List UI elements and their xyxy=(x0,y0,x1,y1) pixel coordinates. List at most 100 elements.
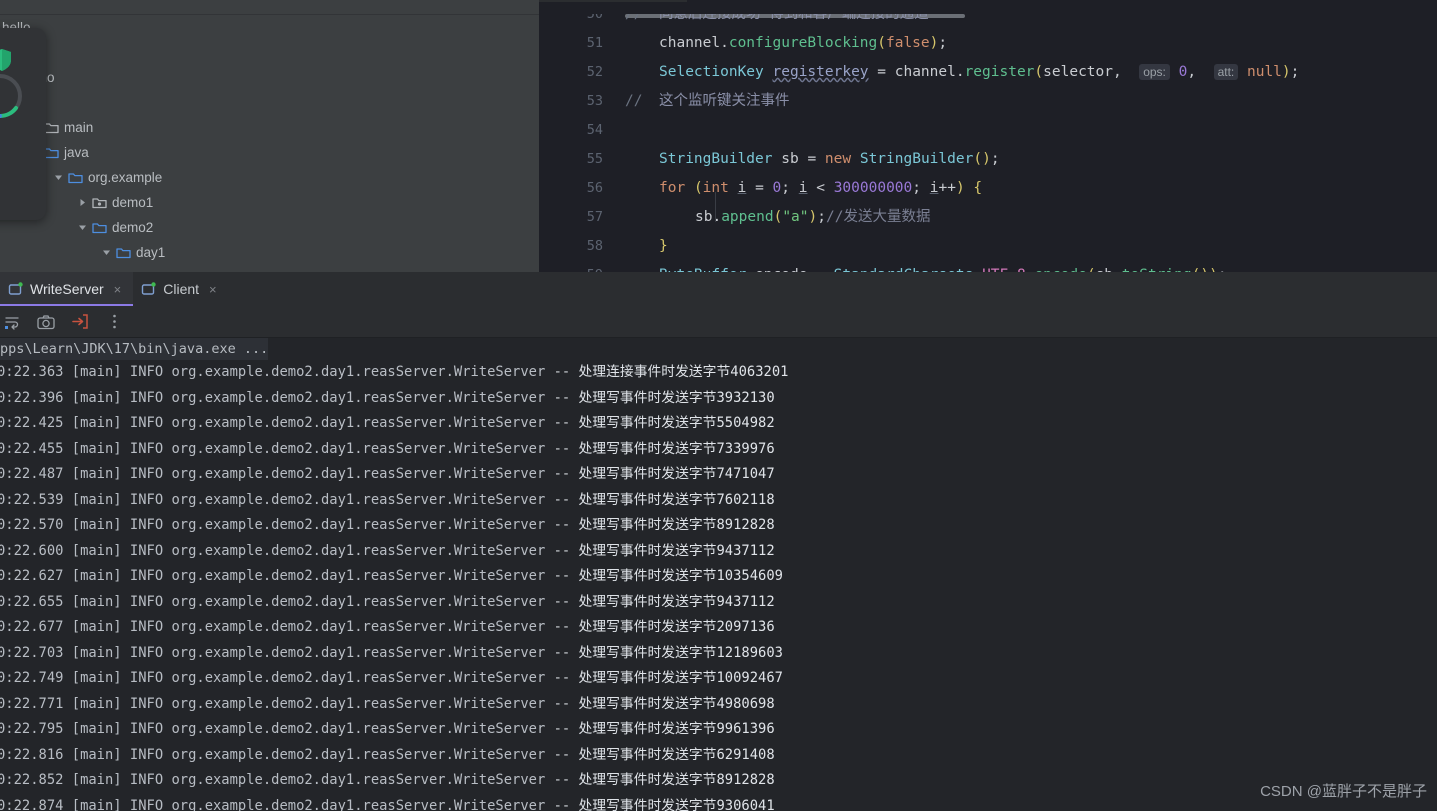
log-separator: -- xyxy=(553,440,571,457)
log-separator: -- xyxy=(553,389,571,406)
run-config-icon xyxy=(141,281,156,297)
tree-item-org-example[interactable]: org.example xyxy=(0,165,539,190)
console-log-line: 0:22.487 [main] INFO org.example.demo2.d… xyxy=(0,462,1437,488)
cpu-usage-ring xyxy=(0,72,24,125)
indent-guide xyxy=(715,192,716,222)
project-tree[interactable]: hellollowordtty-demosrc main java org.examp… xyxy=(0,15,539,265)
log-separator: -- xyxy=(553,542,571,559)
more-options-icon[interactable] xyxy=(104,312,124,332)
chevron-down-icon[interactable] xyxy=(76,221,89,234)
token-par: ( xyxy=(1034,64,1044,80)
token-pun: < xyxy=(816,180,825,196)
log-logger-class: org.example.demo2.day1.reasServer.WriteS… xyxy=(171,440,546,457)
token-typ: SelectionKey xyxy=(659,64,764,80)
run-tab-client[interactable]: Client × xyxy=(133,272,228,306)
log-thread: [main] xyxy=(71,619,122,635)
log-timestamp: 0:22.749 xyxy=(0,670,64,686)
tree-item-java[interactable]: java xyxy=(0,140,539,165)
log-thread: [main] xyxy=(71,772,122,788)
log-timestamp: 0:22.852 xyxy=(0,772,64,788)
close-icon[interactable]: × xyxy=(209,282,217,297)
token-typ: StringBuilder xyxy=(859,151,974,167)
token-num: 300000000 xyxy=(833,180,913,196)
log-timestamp: 0:22.874 xyxy=(0,797,64,811)
run-tab-bar[interactable]: WriteServer × Client × xyxy=(0,272,1437,306)
code-area[interactable]: 50//同意后连接成功 得到和客户端连接的通道 51 channel.configu… xyxy=(539,14,1437,272)
watermark: CSDN @蓝胖子不是胖子 xyxy=(1260,783,1427,800)
code-line-56: 56 for (int i = 0; i < 300000000; i++) { xyxy=(539,174,1437,203)
console-output[interactable]: pps\Learn\JDK\17\bin\java.exe ... 0:22.3… xyxy=(0,338,1437,811)
comment-marker: // xyxy=(625,14,643,22)
log-separator: -- xyxy=(553,695,571,712)
console-log-lines: 0:22.363 [main] INFO org.example.demo2.d… xyxy=(0,360,1437,811)
token-hint: att: xyxy=(1213,64,1239,80)
tree-item-label: main xyxy=(64,119,94,135)
performance-monitor-widget[interactable]: 8% .0 /s .0 /s xyxy=(0,28,46,220)
log-logger-class: org.example.demo2.day1.reasServer.WriteS… xyxy=(171,670,546,686)
editor-tab-client-java[interactable]: Client.java xyxy=(687,0,785,2)
line-number: 53 xyxy=(586,93,603,109)
token-kw: null xyxy=(1246,64,1282,80)
log-logger-class: org.example.demo2.day1.reasServer.WriteS… xyxy=(171,746,546,763)
tree-item-label: day1 xyxy=(136,244,166,260)
code-line-57: 57 sb.append("a");//发送大量数据 xyxy=(539,203,1437,232)
tree-item-demo1[interactable]: demo1 xyxy=(0,190,539,215)
tree-item-lloword[interactable]: lloword xyxy=(0,40,539,65)
log-message: 处理连接事件时发送字节4063201 xyxy=(578,364,789,380)
code-line-54: 54 xyxy=(539,116,1437,145)
token-pun: ; xyxy=(990,151,1000,167)
chevron-right-icon[interactable] xyxy=(76,196,89,209)
editor-tab-bar[interactable]: WriteServer.java×Client.java xyxy=(539,0,1437,14)
run-tab-label: Client xyxy=(163,281,200,297)
log-logger-class: org.example.demo2.day1.reasServer.WriteS… xyxy=(171,466,546,482)
token-par: ) xyxy=(955,180,965,196)
tree-item-src[interactable]: src xyxy=(0,90,539,115)
comment-marker: // xyxy=(625,93,643,109)
token-kw: false xyxy=(885,35,930,51)
log-logger-class: org.example.demo2.day1.reasServer.WriteS… xyxy=(171,593,546,610)
log-thread: [main] xyxy=(71,746,122,763)
tree-item-tty-demo[interactable]: tty-demo xyxy=(0,65,539,90)
soft-wrap-icon[interactable] xyxy=(2,312,22,332)
log-thread: [main] xyxy=(71,721,122,737)
log-logger-class: org.example.demo2.day1.reasServer.WriteS… xyxy=(171,619,546,635)
token-pun: ; xyxy=(781,180,791,196)
console-log-line: 0:22.627 [main] INFO org.example.demo2.d… xyxy=(0,564,1437,590)
token-par: ( xyxy=(693,180,703,196)
run-toolbar[interactable] xyxy=(0,306,1437,338)
console-log-line: 0:22.570 [main] INFO org.example.demo2.d… xyxy=(0,513,1437,539)
log-message: 处理写事件时发送字节10354609 xyxy=(578,568,783,584)
log-level: INFO xyxy=(129,542,164,559)
log-logger-class: org.example.demo2.day1.reasServer.WriteS… xyxy=(171,797,546,811)
log-message: 处理写事件时发送字节5504982 xyxy=(578,415,775,431)
chevron-down-icon[interactable] xyxy=(52,171,65,184)
log-logger-class: org.example.demo2.day1.reasServer.WriteS… xyxy=(171,491,546,508)
log-level: INFO xyxy=(129,364,164,380)
editor-tab-writeserver-java[interactable]: WriteServer.java× xyxy=(539,0,688,2)
tree-item-day1[interactable]: day1 xyxy=(0,240,539,265)
log-timestamp: 0:22.487 xyxy=(0,466,64,482)
token-pun: ; xyxy=(817,209,826,225)
close-icon[interactable]: × xyxy=(114,282,122,297)
chevron-down-icon[interactable] xyxy=(100,246,113,259)
log-logger-class: org.example.demo2.day1.reasServer.WriteS… xyxy=(171,568,546,584)
log-level: INFO xyxy=(129,440,164,457)
console-command-line: pps\Learn\JDK\17\bin\java.exe ... xyxy=(0,338,269,360)
token-var: channel xyxy=(659,35,721,51)
camera-icon[interactable] xyxy=(36,312,56,332)
package-icon xyxy=(91,195,107,211)
console-log-line: 0:22.425 [main] INFO org.example.demo2.d… xyxy=(0,411,1437,437)
tree-item-main[interactable]: main xyxy=(0,115,539,140)
log-timestamp: 0:22.455 xyxy=(0,440,64,457)
tree-item-demo2[interactable]: demo2 xyxy=(0,215,539,240)
token-pun: ; xyxy=(938,35,948,51)
log-message: 处理写事件时发送字节10092467 xyxy=(578,670,783,686)
code-text: } xyxy=(659,232,668,261)
log-timestamp: 0:22.600 xyxy=(0,542,64,559)
run-tab-writeserver[interactable]: WriteServer × xyxy=(0,272,134,306)
tree-item-hello[interactable]: hello xyxy=(0,15,539,40)
export-icon[interactable] xyxy=(70,312,90,332)
